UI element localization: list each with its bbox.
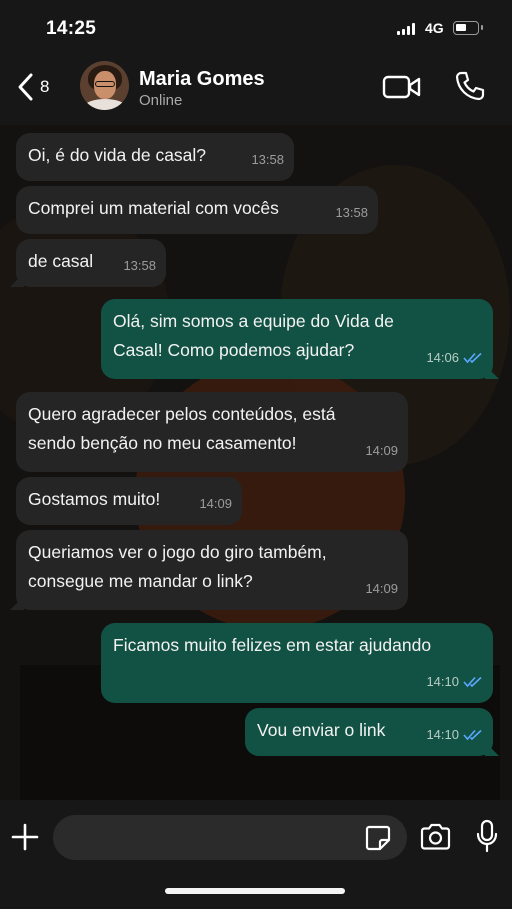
unread-count: 8: [40, 77, 50, 96]
message-incoming[interactable]: Gostamos muito! 14:09: [16, 477, 242, 525]
attach-button[interactable]: [10, 822, 40, 852]
microphone-button[interactable]: [475, 819, 499, 853]
message-outgoing[interactable]: Vou enviar o link 14:10: [245, 708, 499, 756]
chevron-left-icon: [18, 73, 33, 101]
message-time: 13:58: [123, 258, 156, 273]
double-check-icon: [463, 352, 482, 363]
message-text: Queriamos ver o jogo do giro também,: [28, 542, 327, 562]
message-text: Quero agradecer pelos conteúdos, está: [28, 404, 336, 424]
contact-name[interactable]: Maria Gomes: [139, 68, 265, 91]
status-bar: 14:25 4G: [0, 0, 512, 55]
message-time: 13:58: [251, 152, 284, 167]
message-outgoing[interactable]: Ficamos muito felizes em estar ajudando …: [101, 623, 493, 703]
chat-header: 8 Maria Gomes Online: [0, 55, 512, 125]
battery-icon: [453, 21, 483, 35]
message-time: 14:09: [199, 496, 232, 511]
message-time: 14:09: [365, 581, 398, 596]
message-text: Olá, sim somos a equipe do Vida de: [113, 311, 394, 331]
back-button[interactable]: 8: [16, 69, 64, 105]
message-input[interactable]: [53, 815, 407, 860]
message-text: Oi, é do vida de casal?: [28, 145, 207, 165]
video-call-button[interactable]: [382, 73, 422, 101]
message-time: 14:10: [426, 667, 483, 696]
message-text: Vou enviar o link: [257, 720, 386, 740]
sticker-button[interactable]: [364, 824, 392, 852]
composer-bar: [0, 800, 512, 909]
double-check-icon: [463, 729, 482, 740]
message-incoming[interactable]: de casal 13:58: [10, 239, 166, 287]
message-incoming[interactable]: Queriamos ver o jogo do giro também, con…: [10, 530, 408, 610]
message-text: consegue me mandar o link?: [28, 571, 253, 591]
message-text: Ficamos muito felizes em estar ajudando: [113, 635, 432, 655]
camera-button[interactable]: [419, 822, 452, 852]
message-incoming[interactable]: Oi, é do vida de casal? 13:58: [16, 133, 294, 181]
avatar[interactable]: [80, 61, 129, 110]
message-incoming[interactable]: Comprei um material com vocês 13:58: [16, 186, 378, 234]
network-label: 4G: [425, 20, 444, 36]
message-incoming[interactable]: Quero agradecer pelos conteúdos, está se…: [16, 392, 408, 472]
double-check-icon: [463, 676, 482, 687]
message-outgoing[interactable]: Olá, sim somos a equipe do Vida de Casal…: [101, 299, 499, 379]
message-text: Comprei um material com vocês: [28, 198, 279, 218]
contact-status: Online: [139, 92, 183, 109]
message-text: Gostamos muito!: [28, 489, 161, 509]
message-time: 14:09: [365, 443, 398, 458]
signal-icon: [397, 23, 415, 35]
message-time: 13:58: [335, 205, 368, 220]
phone-call-button[interactable]: [454, 70, 486, 102]
message-time: 14:10: [426, 720, 483, 749]
message-text: sendo benção no meu casamento!: [28, 433, 297, 453]
home-indicator[interactable]: [165, 888, 345, 894]
message-text: de casal: [28, 251, 94, 271]
message-time: 14:06: [426, 343, 483, 372]
status-time: 14:25: [46, 18, 97, 39]
